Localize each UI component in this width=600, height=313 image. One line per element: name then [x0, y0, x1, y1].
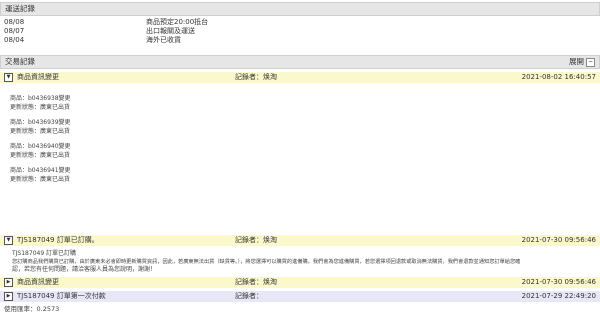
entry-item-product: 商品：b0436939變更 [10, 119, 71, 126]
shipping-date: 08/08 [4, 18, 25, 26]
shipping-date: 08/07 [4, 27, 25, 35]
transaction-entry-header[interactable]: ▶ 商品資訊變更 記錄者：焕淘 2021-07-30 09:56:46 [0, 277, 600, 289]
shipping-header-title: 運送記錄 [5, 4, 35, 13]
transaction-entry-header[interactable]: ▼ TJS187049 訂單已訂購。 記錄者：焕淘 2021-07-30 09:… [0, 235, 600, 247]
shipping-row: 08/07 出口報關及運送 [4, 27, 596, 36]
entry-recorder: 記錄者：焕淘 [235, 236, 277, 244]
shipping-table: 08/08 商品預定20:00抵台 08/07 出口報關及運送 08/04 海外… [0, 16, 600, 45]
transactions-section: 交易記錄 展開 − ▼ 商品資訊變更 記錄者：焕淘 2021-08-02 16:… [0, 55, 600, 303]
shipping-header: 運送記錄 [0, 2, 600, 16]
shipping-status: 出口報關及運送 [146, 27, 195, 35]
entry-line: 認，若您有任何問題，請洽客服人員為您說明，謝謝！ [12, 266, 157, 273]
caret-right-icon[interactable]: ▶ [4, 278, 13, 287]
transactions-header: 交易記錄 展開 − [0, 55, 600, 69]
entry-body: 商品：b0436938變更 更新狀態：廣東已出貨 商品：b0436939變更 更… [0, 84, 600, 211]
expand-all-control[interactable]: 展開 − [569, 56, 595, 68]
expand-all-label[interactable]: 展開 [569, 56, 584, 68]
entry-recorder: 記錄者：焕淘 [235, 278, 277, 286]
entry-time: 2021-08-02 16:40:57 [521, 73, 596, 81]
entry-item-update: 更新狀態：廣東已出貨 [10, 128, 71, 135]
entry-time: 2021-07-30 09:56:46 [521, 236, 596, 244]
entry-time: 2021-07-29 22:49:20 [521, 292, 596, 300]
shipping-section: 運送記錄 08/08 商品預定20:00抵台 08/07 出口報關及運送 08/… [0, 2, 600, 45]
entry-item-product: 商品：b0436938變更 [10, 95, 71, 102]
entry-title: TJS187049 訂單第一次付款 [17, 292, 106, 300]
entry-body: TJS187049 訂單已訂購 您訂購商品我們購買已訂購，由於廣東未必會即時更新… [0, 247, 600, 277]
shipping-status: 商品預定20:00抵台 [146, 18, 209, 26]
minus-icon[interactable]: − [586, 57, 595, 67]
order-record-page: 運送記錄 08/08 商品預定20:00抵台 08/07 出口報關及運送 08/… [0, 0, 600, 313]
entry-recorder: 記錄者： [235, 292, 263, 300]
entry-line: 您訂購商品我們購買已訂購，由於廣東未必會即時更新購買資訊，因此，若廣東無法出貨（… [12, 259, 521, 265]
exchange-rate-text: 使用匯率：0.2573 [4, 305, 60, 313]
entry-line: TJS187049 訂單已訂購 [12, 250, 77, 257]
entry-title: 商品資訊變更 [17, 73, 59, 81]
entry-item: 商品：b0436939變更 更新狀態：廣東已出貨 [10, 118, 600, 136]
entry-recorder: 記錄者：焕淘 [235, 73, 277, 81]
entry-time: 2021-07-30 09:56:46 [521, 278, 596, 286]
transaction-entry-header[interactable]: ▶ TJS187049 訂單第一次付款 記錄者： 2021-07-29 22:4… [0, 291, 600, 303]
entry-item: 商品：b0436940變更 更新狀態：廣東已出貨 [10, 142, 600, 160]
shipping-row: 08/08 商品預定20:00抵台 [4, 18, 596, 27]
entry-item: 商品：b0436938變更 更新狀態：廣東已出貨 [10, 94, 600, 112]
caret-down-icon[interactable]: ▼ [4, 236, 13, 245]
caret-right-icon[interactable]: ▶ [4, 292, 13, 301]
transactions-header-title: 交易記錄 [5, 57, 35, 66]
shipping-row: 08/04 海外已收貨 [4, 36, 596, 45]
entry-item-update: 更新狀態：廣東已出貨 [10, 152, 71, 159]
entry-item: 商品：b0436941變更 更新狀態：廣東已出貨 [10, 166, 600, 184]
entry-item-product: 商品：b0436940變更 [10, 143, 71, 150]
caret-down-icon[interactable]: ▼ [4, 73, 13, 82]
entry-item-update: 更新狀態：廣東已出貨 [10, 104, 71, 111]
entry-item-update: 更新狀態：廣東已出貨 [10, 176, 71, 183]
shipping-date: 08/04 [4, 36, 25, 44]
transaction-entry-header[interactable]: ▼ 商品資訊變更 記錄者：焕淘 2021-08-02 16:40:57 [0, 72, 600, 84]
entry-title: 商品資訊變更 [17, 278, 59, 286]
entry-item-product: 商品：b0436941變更 [10, 167, 71, 174]
entry-title: TJS187049 訂單已訂購。 [17, 236, 99, 244]
shipping-status: 海外已收貨 [146, 36, 181, 44]
